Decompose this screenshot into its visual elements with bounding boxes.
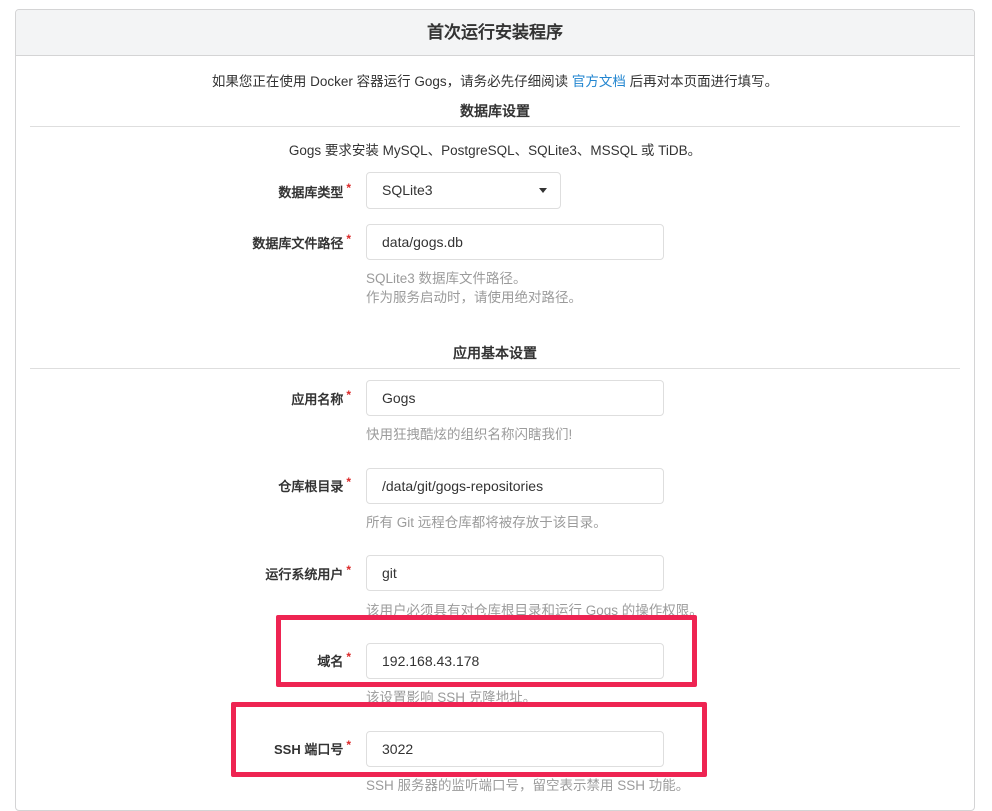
required-mark: * (346, 232, 351, 246)
docker-notice-text-before: 如果您正在使用 Docker 容器运行 Gogs，请务必先仔细阅读 (211, 74, 572, 89)
run-user-input[interactable]: git (366, 555, 664, 591)
install-panel: 首次运行安装程序 如果您正在使用 Docker 容器运行 Gogs，请务必先仔细… (15, 9, 975, 811)
db-path-help-line1: SQLite3 数据库文件路径。 (366, 271, 527, 286)
app-name-help: 快用狂拽酷炫的组织名称闪瞎我们! (366, 427, 573, 442)
db-path-help: SQLite3 数据库文件路径。 作为服务启动时，请使用绝对路径。 (366, 269, 582, 307)
docker-notice: 如果您正在使用 Docker 容器运行 Gogs，请务必先仔细阅读 官方文档 后… (16, 70, 974, 90)
required-mark: * (346, 563, 351, 577)
db-type-selected-value: SQLite3 (382, 182, 433, 198)
database-requirement-note: Gogs 要求安装 MySQL、PostgreSQL、SQLite3、MSSQL… (288, 143, 702, 158)
page-title: 首次运行安装程序 (16, 10, 974, 56)
app-name-label: 应用名称 * (291, 388, 351, 407)
required-mark: * (346, 475, 351, 489)
database-section-title: 数据库设置 (30, 101, 960, 127)
db-path-input[interactable]: data/gogs.db (366, 224, 664, 260)
run-user-label: 运行系统用户 * (265, 563, 351, 582)
required-mark: * (346, 388, 351, 402)
app-section-title: 应用基本设置 (30, 343, 960, 369)
db-type-select[interactable]: SQLite3 (366, 172, 561, 209)
ssh-port-highlight-box (231, 702, 707, 777)
dropdown-caret-icon (539, 188, 547, 193)
app-name-input[interactable]: Gogs (366, 380, 664, 416)
docker-notice-text-after: 后再对本页面进行填写。 (625, 74, 779, 89)
repo-root-help: 所有 Git 远程仓库都将被存放于该目录。 (366, 515, 607, 530)
db-path-help-line2: 作为服务启动时，请使用绝对路径。 (366, 290, 582, 305)
required-mark: * (346, 181, 351, 195)
db-type-label: 数据库类型 * (278, 181, 351, 200)
official-docs-link[interactable]: 官方文档 (572, 74, 626, 89)
repo-root-input[interactable]: /data/git/gogs-repositories (366, 468, 664, 504)
domain-highlight-box (276, 615, 697, 687)
repo-root-label: 仓库根目录 * (278, 475, 351, 494)
ssh-port-help: SSH 服务器的监听端口号，留空表示禁用 SSH 功能。 (366, 778, 690, 793)
db-path-label: 数据库文件路径 * (252, 232, 351, 251)
